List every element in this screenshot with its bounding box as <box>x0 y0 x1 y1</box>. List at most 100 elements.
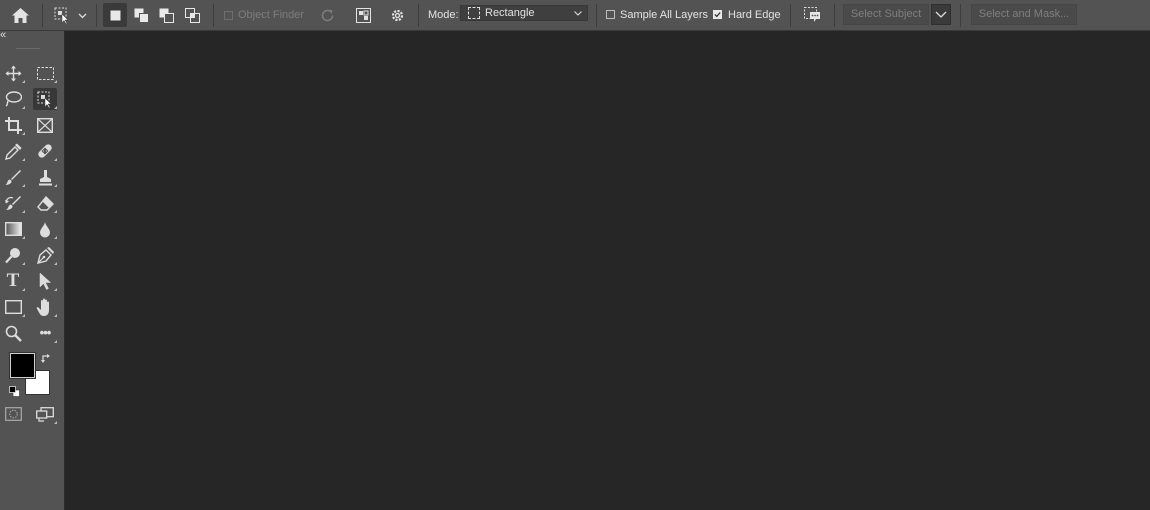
lasso-tool[interactable] <box>1 88 25 110</box>
tools-panel: « T ••• <box>0 30 65 510</box>
refresh-icon <box>321 9 333 22</box>
subtract-selection-icon <box>159 8 174 23</box>
hard-edge-label: Hard Edge <box>728 9 781 21</box>
frame-tool[interactable] <box>33 114 57 136</box>
rectangle-marquee-icon <box>468 7 480 19</box>
home-button[interactable] <box>8 5 32 26</box>
add-to-selection-button[interactable] <box>130 5 152 26</box>
zoom-tool[interactable] <box>1 322 25 344</box>
mode-select-value: Rectangle <box>485 7 535 19</box>
mode-label: Mode: <box>428 9 459 21</box>
blur-tool[interactable] <box>33 218 57 240</box>
settings-button[interactable] <box>386 5 408 26</box>
brush-tool[interactable] <box>1 166 25 188</box>
history-brush-tool[interactable] <box>1 192 25 214</box>
select-and-mask-button[interactable]: Select and Mask... <box>971 4 1077 25</box>
subtract-from-selection-button[interactable] <box>155 5 177 26</box>
move-tool[interactable] <box>1 62 25 84</box>
more-icon: ••• <box>39 325 52 340</box>
sample-all-layers-label: Sample All Layers <box>620 9 709 21</box>
edit-toolbar-button[interactable]: ••• <box>33 322 57 344</box>
type-tool[interactable]: T <box>1 270 25 292</box>
gradient-tool[interactable] <box>1 218 25 240</box>
magnifier-icon <box>5 325 22 342</box>
hand-icon <box>36 298 49 316</box>
divider <box>213 4 214 27</box>
dodge-tool[interactable] <box>1 244 25 266</box>
tool-preset-dropdown[interactable] <box>75 9 89 22</box>
feedback-button[interactable] <box>801 5 823 26</box>
pen-tool[interactable] <box>33 244 57 266</box>
type-icon: T <box>6 270 20 291</box>
move-icon <box>5 65 21 81</box>
frame-icon <box>37 117 53 133</box>
gradient-icon <box>4 222 22 236</box>
divider <box>596 4 597 27</box>
rectangular-marquee-icon <box>36 66 54 80</box>
gear-icon <box>391 9 403 22</box>
object-selection-icon <box>54 7 69 24</box>
eraser-icon <box>36 195 54 211</box>
history-brush-icon <box>4 195 21 210</box>
divider <box>960 4 961 27</box>
hard-edge-checkbox[interactable] <box>713 10 722 19</box>
quick-mask-button[interactable] <box>1 403 25 425</box>
object-selection-tool[interactable] <box>33 88 57 110</box>
panel-grip[interactable] <box>16 48 40 49</box>
rectangular-marquee-tool[interactable] <box>33 62 57 84</box>
object-finder-checkbox[interactable] <box>224 11 233 20</box>
select-subject-button[interactable]: Select Subject <box>843 4 929 25</box>
feedback-icon <box>803 7 820 22</box>
collapse-panel-button[interactable]: « <box>0 30 10 41</box>
pen-icon <box>36 246 54 264</box>
tool-preset-picker[interactable] <box>52 5 72 26</box>
eraser-tool[interactable] <box>33 192 57 214</box>
home-icon <box>11 8 29 23</box>
brush-icon <box>5 169 21 185</box>
lasso-icon <box>5 91 22 107</box>
objects-grid-icon <box>355 8 371 23</box>
add-selection-icon <box>134 8 149 23</box>
screen-mode-button[interactable] <box>33 403 57 425</box>
sample-all-layers-checkbox[interactable] <box>606 10 615 19</box>
divider <box>418 4 419 27</box>
clone-stamp-tool[interactable] <box>33 166 57 188</box>
eyedropper-tool[interactable] <box>1 140 25 162</box>
arrow-cursor-icon <box>39 272 51 290</box>
crop-icon <box>4 116 22 134</box>
object-selection-icon <box>37 91 52 108</box>
divider <box>42 4 43 27</box>
object-finder-label: Object Finder <box>238 9 305 21</box>
divider <box>834 4 835 27</box>
healing-brush-tool[interactable] <box>33 140 57 162</box>
screen-mode-icon <box>36 406 54 422</box>
divider <box>96 4 97 27</box>
path-selection-tool[interactable] <box>33 270 57 292</box>
quick-mask-icon <box>4 407 22 421</box>
checkmark-icon <box>714 12 721 18</box>
bandage-icon <box>38 144 52 158</box>
mode-select[interactable]: Rectangle <box>460 5 588 21</box>
document-workspace[interactable] <box>66 31 1150 510</box>
foreground-color-swatch[interactable] <box>9 352 36 379</box>
dodge-icon <box>4 247 20 263</box>
new-selection-icon <box>110 10 120 20</box>
show-all-objects-button[interactable] <box>352 5 374 26</box>
chevron-down-icon <box>574 11 582 16</box>
intersect-selection-button[interactable] <box>181 5 203 26</box>
default-colors-icon <box>8 385 20 397</box>
chevron-down-icon <box>935 11 947 18</box>
eyedropper-icon <box>4 143 21 160</box>
crop-tool[interactable] <box>1 114 25 136</box>
stamp-icon <box>38 169 52 185</box>
options-bar: Object Finder Mode: Rectangle Sample All… <box>0 0 1150 31</box>
rectangle-icon <box>4 300 22 314</box>
select-subject-dropdown[interactable] <box>931 4 951 25</box>
rectangle-tool[interactable] <box>1 296 25 318</box>
default-colors-button[interactable] <box>8 385 20 397</box>
swap-colors-button[interactable] <box>40 352 52 364</box>
refresh-object-finder-button[interactable] <box>316 5 338 26</box>
hand-tool[interactable] <box>33 296 57 318</box>
new-selection-button[interactable] <box>103 3 127 27</box>
swap-arrows-icon <box>40 353 50 363</box>
